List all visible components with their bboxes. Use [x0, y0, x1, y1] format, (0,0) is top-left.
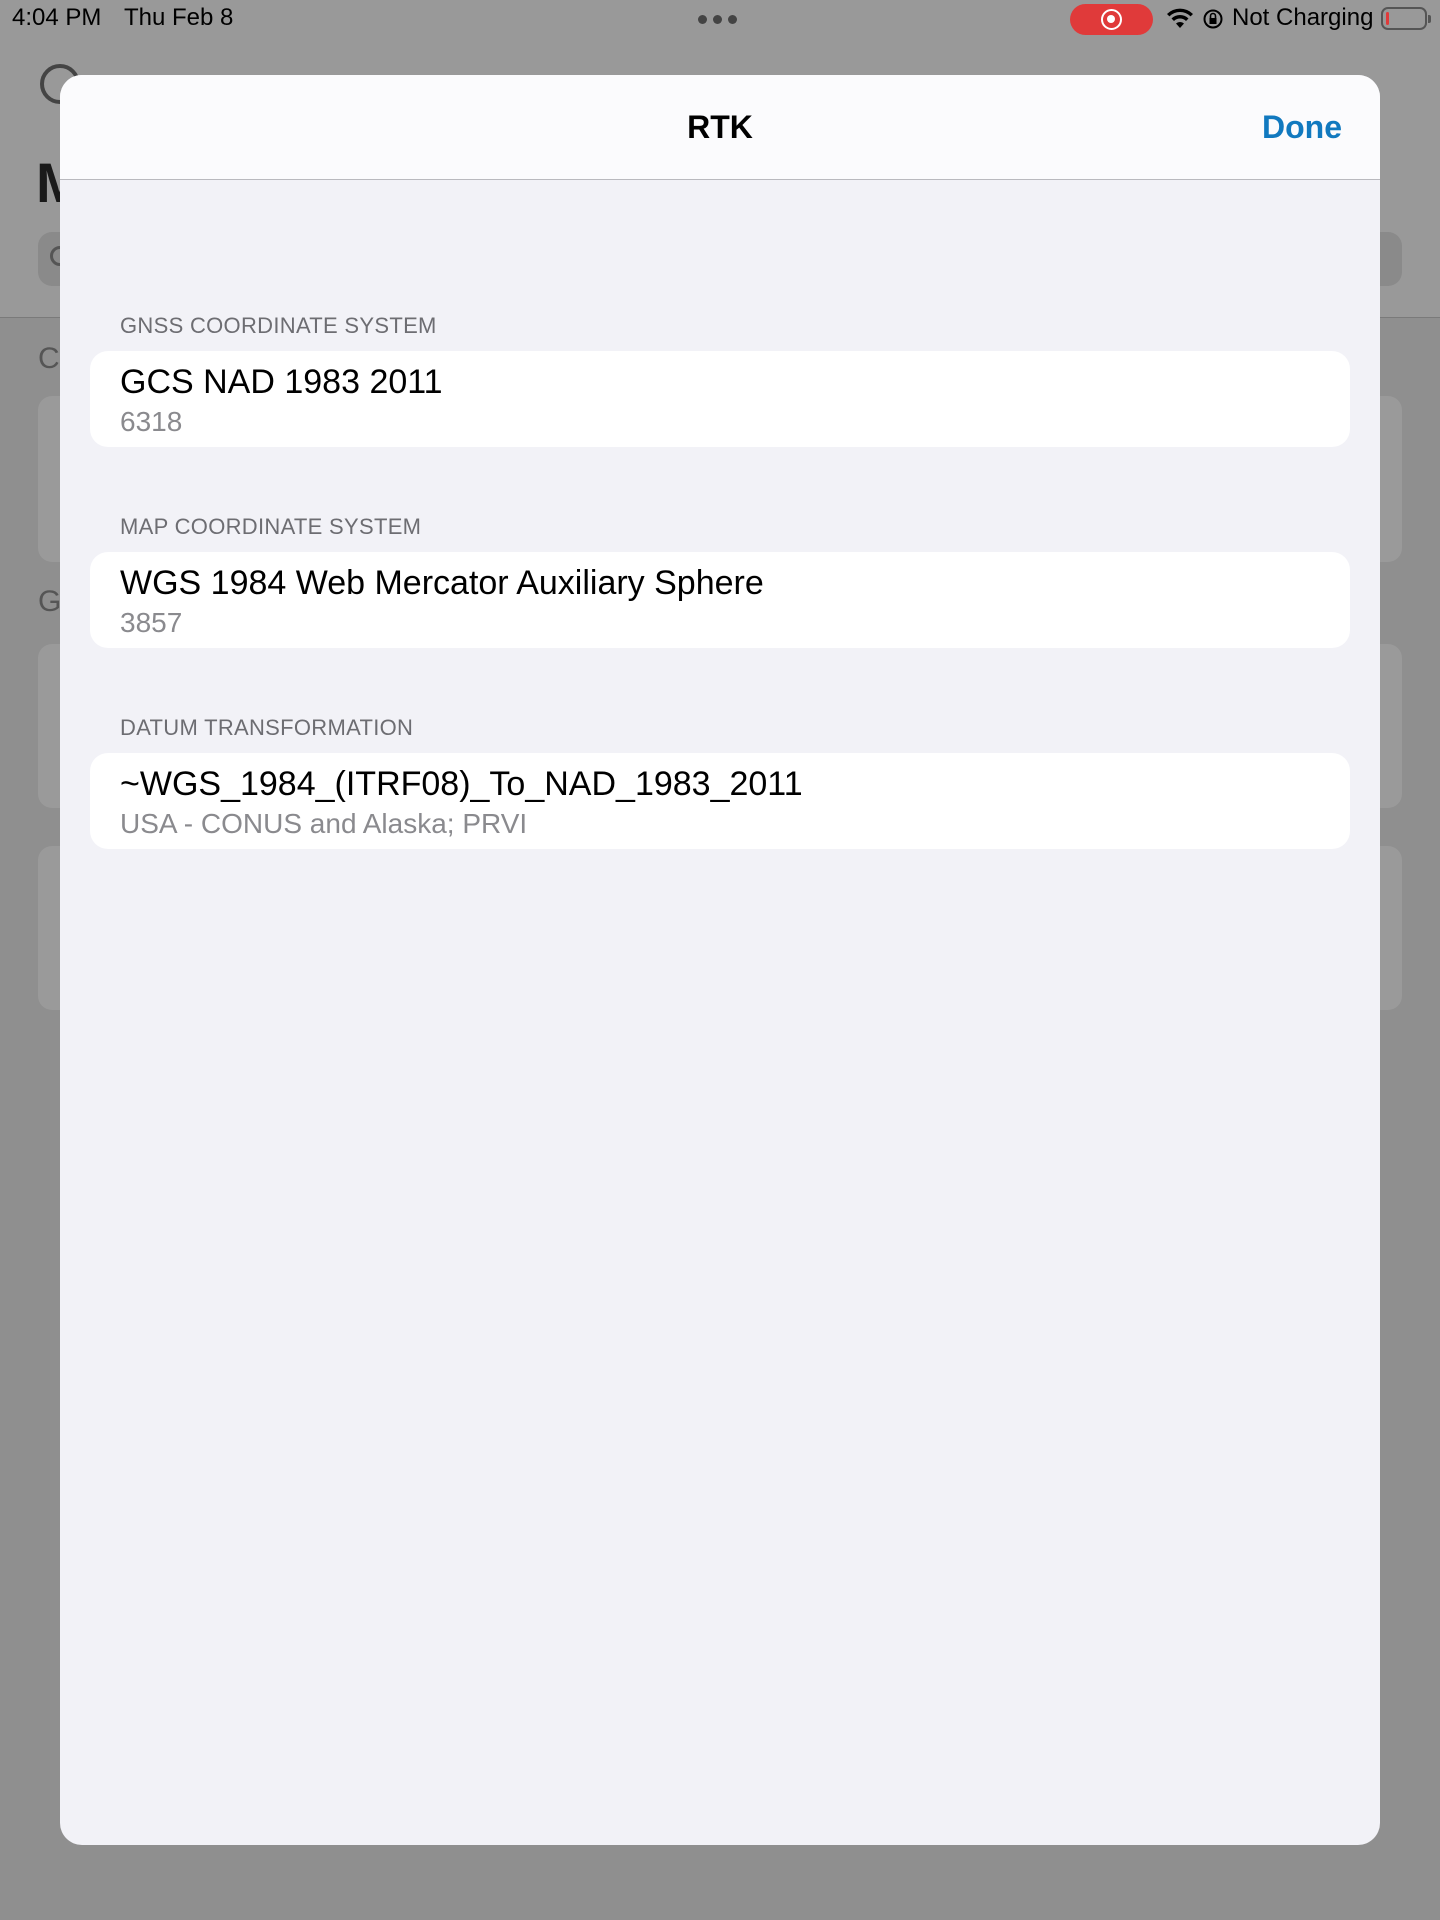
sheet-title: RTK [687, 109, 753, 145]
multitasking-dots-icon[interactable] [698, 15, 737, 24]
datum-transformation-cell[interactable]: ~WGS_1984_(ITRF08)_To_NAD_1983_2011 USA … [90, 753, 1350, 849]
cell-subtitle: 3857 [120, 607, 183, 638]
gnss-coordinate-system-cell[interactable]: GCS NAD 1983 2011 6318 [90, 351, 1350, 447]
navigation-bar: RTK Done [60, 75, 1380, 180]
cell-subtitle: 6318 [120, 406, 183, 437]
charging-status: Not Charging [1232, 4, 1374, 31]
screen-recording-icon[interactable] [1070, 4, 1153, 35]
map-coordinate-system-cell[interactable]: WGS 1984 Web Mercator Auxiliary Sphere 3… [90, 552, 1350, 648]
cell-title: GCS NAD 1983 2011 [120, 363, 443, 401]
section-header-datum: DATUM TRANSFORMATION [120, 715, 414, 740]
cell-title: WGS 1984 Web Mercator Auxiliary Sphere [120, 564, 764, 602]
status-date: Thu Feb 8 [124, 4, 234, 31]
done-button[interactable]: Done [1262, 109, 1342, 146]
wifi-icon [1167, 8, 1193, 28]
status-bar: 4:04 PM Thu Feb 8 Not Charging [0, 0, 1440, 38]
battery-level [1386, 12, 1389, 25]
battery-icon [1381, 7, 1431, 30]
section-header-gnss: GNSS COORDINATE SYSTEM [120, 313, 437, 338]
section-header-map: MAP COORDINATE SYSTEM [120, 514, 422, 539]
status-time: 4:04 PM [12, 4, 102, 31]
orientation-lock-icon [1203, 9, 1223, 29]
cell-title: ~WGS_1984_(ITRF08)_To_NAD_1983_2011 [120, 765, 803, 803]
rtk-sheet: RTK Done GNSS COORDINATE SYSTEM GCS NAD … [60, 75, 1380, 1845]
cell-subtitle: USA - CONUS and Alaska; PRVI [120, 808, 528, 839]
background-section-header: G [38, 585, 62, 618]
background-section-header: C [38, 342, 60, 375]
